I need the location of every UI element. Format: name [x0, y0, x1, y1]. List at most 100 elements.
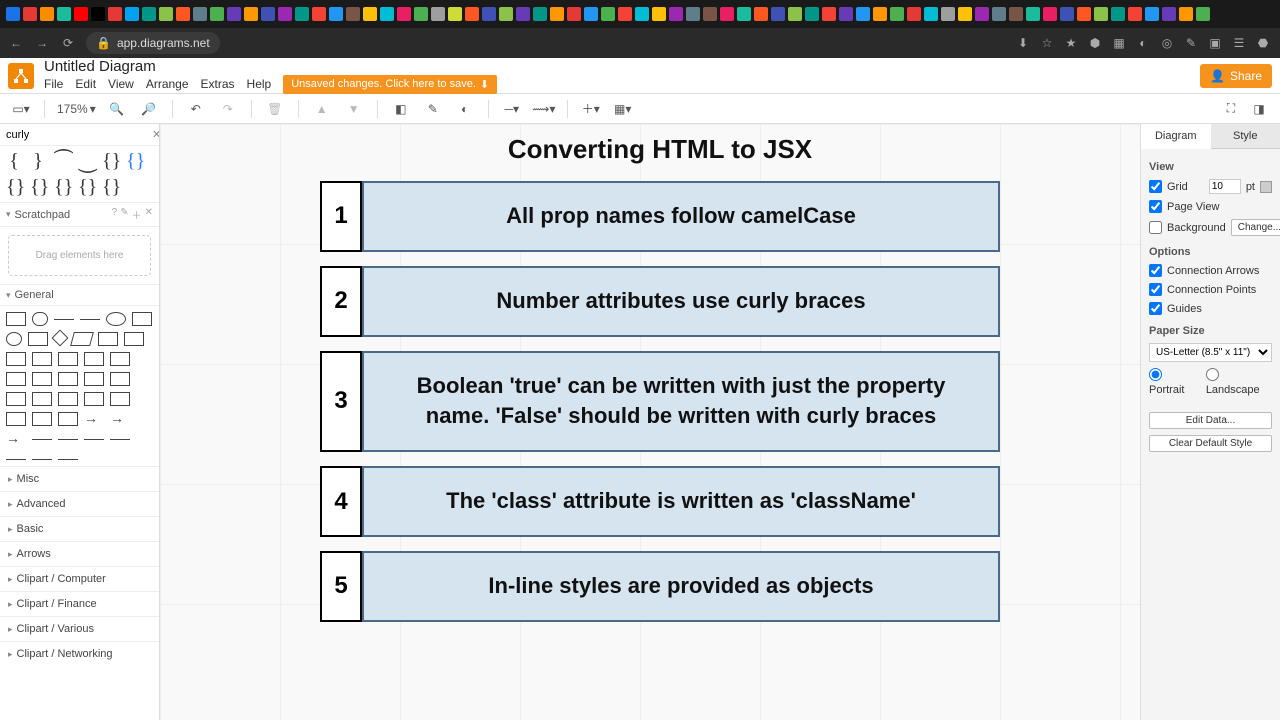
rule-text[interactable]: All prop names follow camelCase	[362, 181, 1000, 252]
link4-shape[interactable]	[110, 439, 130, 440]
browser-tab-favicon[interactable]	[465, 7, 479, 21]
browser-tab-favicon[interactable]	[1162, 7, 1176, 21]
browser-tab-favicon[interactable]	[890, 7, 904, 21]
waypoint-icon[interactable]: ⟿▾	[533, 98, 555, 120]
browser-tab-favicon[interactable]	[975, 7, 989, 21]
grid-checkbox[interactable]	[1149, 180, 1162, 193]
browser-tab-favicon[interactable]	[448, 7, 462, 21]
browser-tab-favicon[interactable]	[1043, 7, 1057, 21]
browser-tab-favicon[interactable]	[278, 7, 292, 21]
connection-icon[interactable]: ─▾	[501, 98, 523, 120]
scratch-close-icon[interactable]: ✕	[145, 207, 153, 222]
browser-tab-favicon[interactable]	[40, 7, 54, 21]
browser-tab-favicon[interactable]	[516, 7, 530, 21]
edit-data-button[interactable]: Edit Data...	[1149, 412, 1272, 429]
trapezoid-shape[interactable]	[6, 372, 26, 386]
browser-tab-favicon[interactable]	[329, 7, 343, 21]
link3-shape[interactable]	[84, 439, 104, 440]
browser-tab-favicon[interactable]	[771, 7, 785, 21]
paper-size-select[interactable]: US-Letter (8.5" x 11")	[1149, 343, 1272, 362]
browser-tab-favicon[interactable]	[1026, 7, 1040, 21]
ext5-icon[interactable]: ✎	[1182, 35, 1200, 51]
brace4-icon[interactable]: {}	[54, 178, 70, 196]
rule-text[interactable]: The 'class' attribute is written as 'cla…	[362, 466, 1000, 537]
browser-tab-favicon[interactable]	[550, 7, 564, 21]
triangle-shape[interactable]	[124, 332, 144, 346]
scratchpad-header[interactable]: ▾ Scratchpad ? ✎ ＋ ✕	[0, 202, 159, 227]
square-shape[interactable]	[132, 312, 152, 326]
browser-tab-favicon[interactable]	[6, 7, 20, 21]
list-shape[interactable]	[58, 412, 78, 426]
menu-extras[interactable]: Extras	[201, 77, 235, 91]
delete-icon[interactable]: 🗑	[264, 98, 286, 120]
browser-tab-favicon[interactable]	[567, 7, 581, 21]
browser-tab-favicon[interactable]	[295, 7, 309, 21]
shape-category[interactable]: ▸Clipart / Finance	[0, 591, 159, 616]
ext8-icon[interactable]: ⬣	[1254, 35, 1272, 51]
browser-tab-favicon[interactable]	[703, 7, 717, 21]
diagram-rule-row[interactable]: 5In-line styles are provided as objects	[320, 551, 1000, 622]
browser-tab-favicon[interactable]	[533, 7, 547, 21]
browser-tab-favicon[interactable]	[227, 7, 241, 21]
browser-tab-favicon[interactable]	[346, 7, 360, 21]
menu-help[interactable]: Help	[247, 77, 272, 91]
zoom-value[interactable]: 175%	[57, 102, 88, 116]
zoom-out-icon[interactable]: 🔎	[138, 98, 160, 120]
grid-size-input[interactable]	[1209, 179, 1241, 194]
browser-tab-favicon[interactable]	[618, 7, 632, 21]
rect-shape[interactable]	[6, 312, 26, 326]
back-icon[interactable]: ▼	[343, 98, 365, 120]
databar-shape[interactable]	[84, 392, 104, 406]
diagram-rule-row[interactable]: 2Number attributes use curly braces	[320, 266, 1000, 337]
shape-category[interactable]: ▸Misc	[0, 466, 159, 491]
diagram-title[interactable]: Converting HTML to JSX	[320, 134, 1000, 165]
ext4-icon[interactable]: ◎	[1158, 35, 1176, 51]
browser-tab-favicon[interactable]	[1094, 7, 1108, 21]
browser-tab-favicon[interactable]	[669, 7, 683, 21]
shadow-icon[interactable]: ◐	[454, 98, 476, 120]
brace5-icon[interactable]: {}	[78, 178, 94, 196]
browser-tab-favicon[interactable]	[754, 7, 768, 21]
ext1-icon[interactable]: ⬢	[1086, 35, 1104, 51]
rule-text[interactable]: In-line styles are provided as objects	[362, 551, 1000, 622]
step-shape[interactable]	[110, 352, 130, 366]
address-bar[interactable]: 🔒 app.diagrams.net	[86, 32, 220, 54]
browser-tab-favicon[interactable]	[822, 7, 836, 21]
browser-tab-favicon[interactable]	[1196, 7, 1210, 21]
format-panel-icon[interactable]: ◨	[1248, 98, 1270, 120]
fill-color-icon[interactable]: ◧	[390, 98, 412, 120]
diagram-rule-row[interactable]: 4The 'class' attribute is written as 'cl…	[320, 466, 1000, 537]
rule-number[interactable]: 1	[320, 181, 362, 252]
arrow1-shape[interactable]	[84, 412, 104, 426]
clear-style-button[interactable]: Clear Default Style	[1149, 435, 1272, 452]
ext7-icon[interactable]: ☰	[1230, 35, 1248, 51]
cloud-shape[interactable]	[32, 352, 52, 366]
landscape-radio[interactable]	[1206, 368, 1219, 381]
link5-shape[interactable]	[6, 459, 26, 460]
zoom-in-icon[interactable]: 🔍	[106, 98, 128, 120]
line-color-icon[interactable]: ✎	[422, 98, 444, 120]
rule-number[interactable]: 2	[320, 266, 362, 337]
shape-category[interactable]: ▸Clipart / Various	[0, 616, 159, 641]
back-icon[interactable]: ←	[8, 35, 24, 51]
browser-tab-favicon[interactable]	[737, 7, 751, 21]
page-tool-icon[interactable]: ▭▾	[10, 98, 32, 120]
rule-text[interactable]: Boolean 'true' can be written with just …	[362, 351, 1000, 453]
circle-shape[interactable]	[6, 332, 22, 346]
menu-edit[interactable]: Edit	[75, 77, 96, 91]
canvas-area[interactable]: Converting HTML to JSX 1All prop names f…	[160, 124, 1140, 720]
curve-shape[interactable]	[6, 392, 26, 406]
browser-tab-favicon[interactable]	[652, 7, 666, 21]
bookmark-icon[interactable]: ☆	[1038, 35, 1056, 51]
document-title[interactable]: Untitled Diagram	[44, 58, 497, 75]
shape-search-input[interactable]	[6, 129, 148, 141]
diamond-shape[interactable]	[52, 330, 69, 347]
rule-number[interactable]: 3	[320, 351, 362, 453]
arrow2-shape[interactable]	[110, 412, 130, 426]
table-icon[interactable]: ▦▾	[612, 98, 634, 120]
conn-points-checkbox[interactable]	[1149, 283, 1162, 296]
document-shape[interactable]	[58, 352, 78, 366]
actor-shape[interactable]	[110, 372, 130, 386]
shape-category[interactable]: ▸Clipart / Networking	[0, 641, 159, 666]
callout-shape[interactable]	[84, 372, 104, 386]
